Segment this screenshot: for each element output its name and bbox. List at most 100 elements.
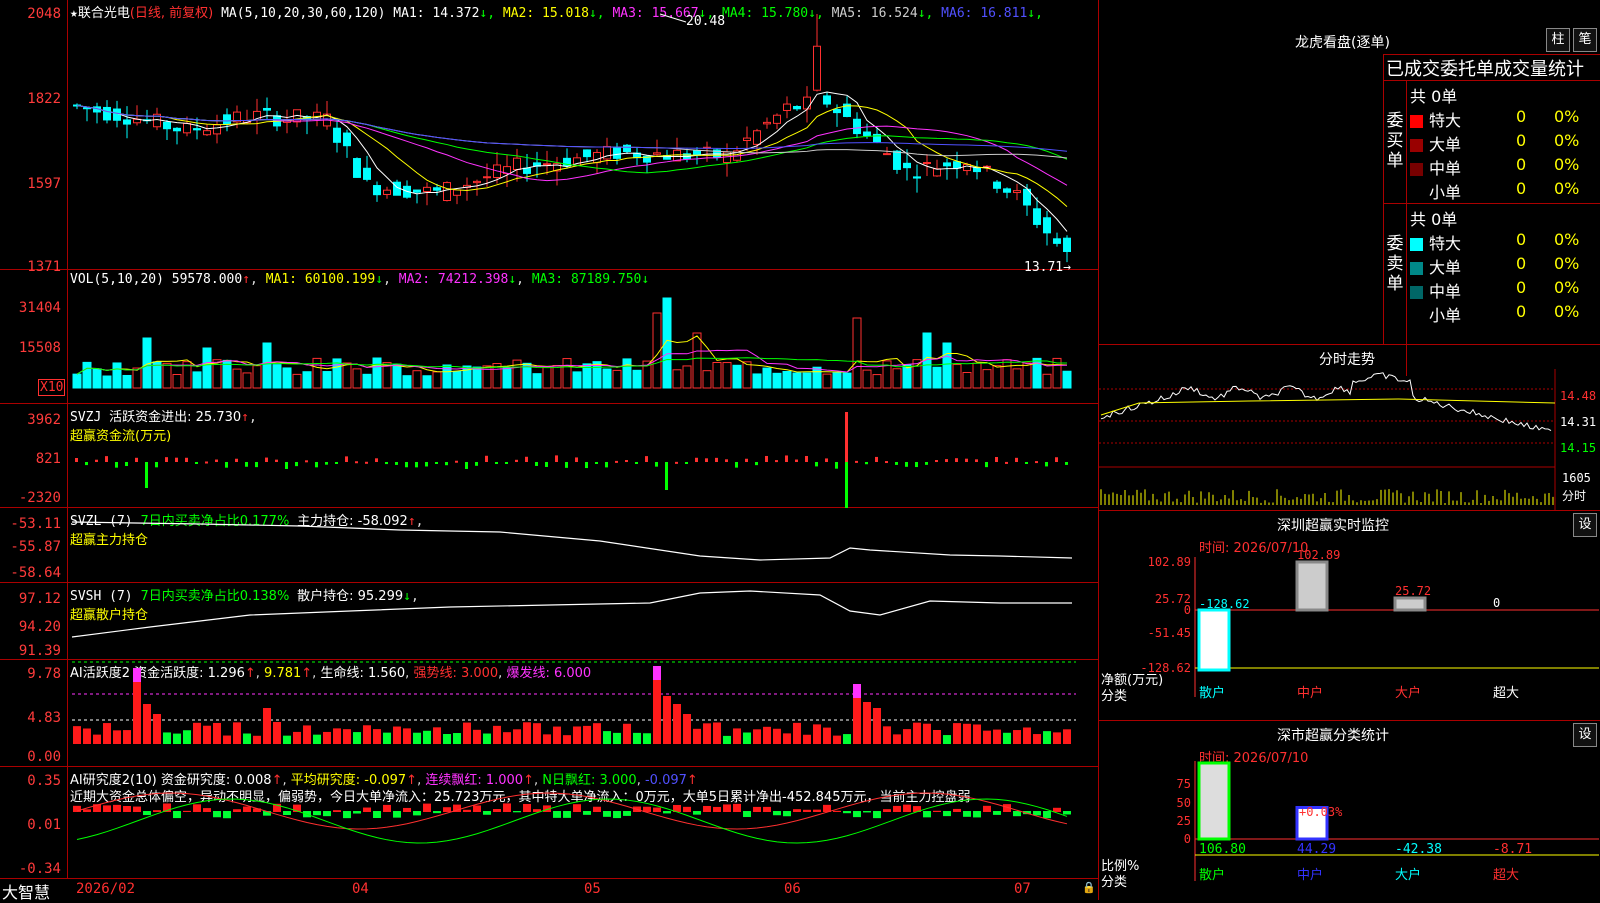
flow-bar	[955, 458, 958, 462]
volume-chart[interactable]	[0, 270, 1098, 404]
research-bar	[623, 811, 631, 816]
flow-bar	[535, 462, 538, 466]
classify-annotation: +0.03%	[1299, 805, 1343, 819]
flow-bar	[735, 462, 738, 468]
research-bar	[333, 810, 341, 812]
svzl-panel[interactable]: -53.11 -55.87 -58.64 SVZL (7) 7日内买卖净占比0.…	[0, 508, 1098, 583]
ai-research-panel[interactable]: 0.35 0.01 -0.34 AI研究度2(10) 资金研究度: 0.008↑…	[0, 767, 1098, 879]
candle-body	[763, 121, 771, 125]
order-row: 小单 0 0%	[1410, 179, 1600, 203]
classify-bar-label: -42.38	[1395, 842, 1442, 857]
price-panel[interactable]: 2048 1822 1597 1371 ★联合光电(日线, 前复权) MA(5,…	[0, 0, 1098, 275]
classify-bar-label: -8.71	[1493, 842, 1532, 857]
svsh-panel[interactable]: 97.12 94.20 91.39 SVSH (7) 7日内买卖净占比0.138…	[0, 583, 1098, 660]
flow-bar	[335, 462, 338, 464]
candle-body	[833, 108, 841, 114]
volume-bar	[992, 365, 1002, 389]
candle-body	[613, 147, 621, 159]
volume-bar	[772, 372, 782, 389]
flow-bar	[755, 462, 758, 466]
date-label: 2026/02	[76, 881, 136, 897]
ai-activity-panel[interactable]: 9.78 4.83 0.00 AI活跃度2 资金活跃度: 1.296↑, 9.7…	[0, 660, 1098, 767]
flow-bar	[815, 462, 818, 467]
classify-bar-label: 44.29	[1297, 842, 1336, 857]
candlestick-chart[interactable]	[0, 0, 1098, 270]
flow-bar	[235, 458, 238, 462]
color-swatch-icon	[1410, 286, 1423, 299]
candle-body	[1033, 208, 1041, 225]
flow-bar	[965, 458, 968, 462]
activity-bar	[593, 723, 601, 744]
lhb-title: 龙虎看盘(逐单)	[1295, 35, 1390, 51]
candle-body	[973, 167, 981, 173]
monitor-category-label: 中户	[1297, 685, 1323, 701]
ai-research-chart[interactable]	[0, 767, 1098, 879]
bar-view-button[interactable]: 柱	[1546, 28, 1570, 52]
activity-bar	[983, 730, 991, 744]
intraday-chart[interactable]	[1099, 345, 1600, 511]
volume-bar	[102, 375, 112, 389]
candle-body	[413, 189, 421, 193]
classify-panel[interactable]: 深市超赢分类统计 设 时间: 2026/07/10 75 50 25 0 106.80 散…	[1098, 720, 1600, 900]
svzj-chart[interactable]	[0, 404, 1098, 508]
flow-bar	[415, 462, 418, 468]
activity-bar	[943, 735, 951, 744]
activity-bar	[693, 728, 701, 744]
volume-bar	[822, 373, 832, 389]
app-name[interactable]: 大智慧	[2, 879, 50, 903]
lock-icon[interactable]: 🔒	[1082, 881, 1096, 894]
ai-activity-chart[interactable]	[0, 660, 1098, 767]
research-bar	[843, 811, 851, 814]
svzl-chart[interactable]	[0, 508, 1098, 583]
flow-bar	[585, 462, 588, 469]
activity-bar	[543, 734, 551, 744]
research-bar	[793, 809, 801, 812]
monitor-y-tick: -51.45	[1148, 626, 1191, 640]
tick-view-button[interactable]: 笔	[1573, 28, 1597, 52]
volume-bar	[202, 347, 212, 389]
activity-bar	[413, 732, 421, 744]
flow-bar	[275, 459, 278, 462]
monitor-panel[interactable]: 深圳超赢实时监控 设 时间: 2026/07/10 102.89 25.72 0 -5…	[1098, 510, 1600, 720]
flow-bar	[765, 455, 768, 462]
activity-bar	[473, 729, 481, 744]
svzj-panel[interactable]: 3962 821 -2320 SVZJ 活跃资金进出: 25.730↑, 超赢资…	[0, 404, 1098, 508]
research-bar	[963, 811, 971, 817]
volume-bar	[692, 332, 702, 389]
activity-bar	[963, 723, 971, 744]
order-pct: 0%	[1554, 155, 1580, 174]
activity-bar	[273, 722, 281, 744]
volume-bar	[452, 370, 462, 389]
order-pct: 0%	[1554, 107, 1580, 126]
flow-bar	[925, 462, 928, 465]
candle-body	[623, 144, 631, 153]
intraday-panel[interactable]: 分时走势 14.48 14.31 14.15 1605 分时	[1098, 344, 1600, 511]
research-bar	[753, 806, 761, 812]
activity-bar	[243, 733, 251, 744]
color-swatch-icon	[1410, 238, 1423, 251]
activity-bar	[153, 714, 161, 744]
candle-body	[923, 162, 931, 165]
activity-bar	[83, 728, 91, 744]
research-bar	[153, 810, 161, 812]
order-count: 0	[1516, 302, 1527, 321]
activity-bar	[883, 726, 891, 744]
classify-bar	[1197, 761, 1231, 841]
research-bar	[313, 811, 321, 816]
flow-bar	[665, 462, 668, 490]
classify-y-tick: 75	[1177, 777, 1191, 791]
volume-bar	[682, 365, 692, 389]
order-pct: 0%	[1554, 302, 1580, 321]
svsh-chart[interactable]	[0, 583, 1098, 660]
candle-body	[213, 124, 221, 135]
research-bar	[763, 806, 771, 812]
monitor-bar-label: 102.89	[1297, 548, 1340, 562]
volume-panel[interactable]: 31404 15508 X10 VOL(5,10,20) 59578.000↑,…	[0, 270, 1098, 404]
volume-bar	[842, 372, 852, 389]
activity-bar	[163, 732, 171, 744]
sell-order-block: 委卖单 共 0单 特大 0 0% 大单 0 0% 中单 0 0% 小单 0 0%	[1384, 203, 1600, 376]
candle-body	[453, 189, 461, 196]
monitor-bar-chart[interactable]: 102.8925.720-51.45-128.62-128.62散户102.89…	[1099, 511, 1600, 721]
volume-bar	[232, 368, 242, 389]
classify-bar-chart[interactable]: 75 50 25 0 106.80 散户 44.29 中户 -42.38 大户 -8.71 超大	[1099, 721, 1600, 901]
